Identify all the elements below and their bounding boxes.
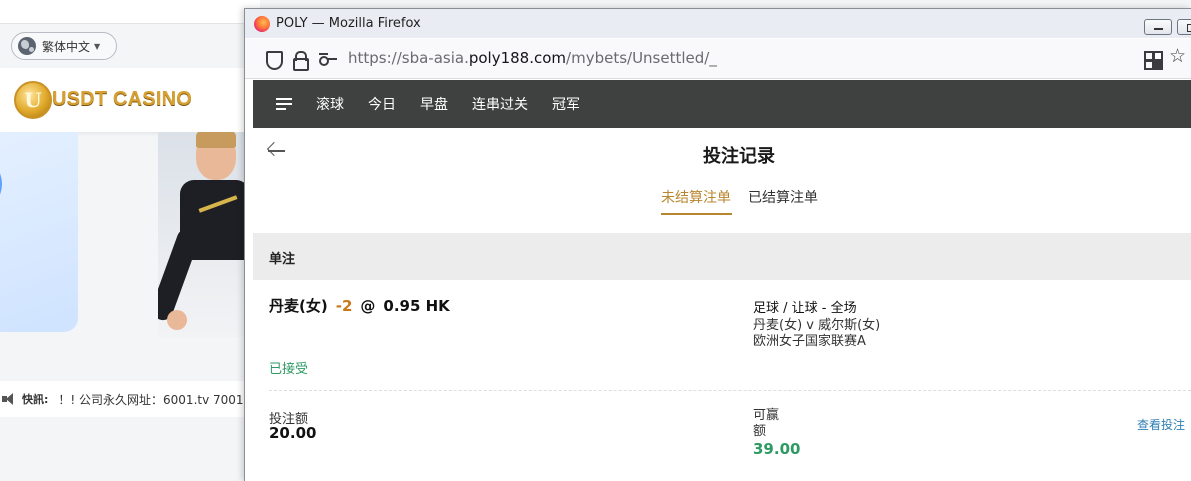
nav-item-outright[interactable]: 冠军	[552, 94, 580, 114]
casino-background-page: 繁体中文 ▼ U USDT CASINO 快訊: ！! 公司永久网址：6001.…	[0, 0, 260, 481]
casino-logo-text[interactable]: USDT CASINO	[52, 88, 192, 111]
page-title: 投注记录	[703, 146, 775, 167]
bookmark-star-icon[interactable]: ☆	[1169, 47, 1187, 66]
tab-settled[interactable]: 已结算注单	[748, 187, 818, 207]
casino-logo-icon[interactable]: U	[14, 81, 52, 119]
qr-code-icon[interactable]	[1143, 50, 1161, 70]
browser-navigation-bar: https://sba-asia.poly188.com/mybets/Unse…	[245, 39, 1191, 79]
nav-item-live[interactable]: 滚球	[316, 94, 344, 114]
player-hand	[167, 310, 187, 330]
section-header	[253, 233, 1191, 280]
ticker-label: 快訊:	[22, 393, 49, 406]
bet-league: 欧洲女子国家联赛A	[753, 334, 866, 349]
bet-selection-line: 丹麦(女) -2 @0.95 HK	[269, 295, 450, 316]
bet-history-page: 投注记录 未结算注单 已结算注单 单注 丹麦(女) -2 @0.95 HK 足球 /…	[253, 128, 1191, 481]
player-arm	[158, 226, 202, 323]
ticker-text: ！! 公司永久网址：6001.tv 7001.	[58, 392, 248, 407]
nav-item-today[interactable]: 今日	[368, 94, 396, 114]
bet-odds: 0.95 HK	[383, 297, 450, 315]
desktop: 繁体中文 ▼ U USDT CASINO 快訊: ！! 公司永久网址：6001.…	[0, 0, 1191, 481]
divider	[269, 390, 1191, 391]
url-bar[interactable]: https://sba-asia.poly188.com/mybets/Unse…	[348, 49, 717, 67]
nav-item-parlay[interactable]: 连串过关	[472, 94, 528, 114]
lock-icon[interactable]	[291, 50, 309, 71]
permissions-icon[interactable]	[319, 50, 337, 68]
tracking-protection-shield-icon[interactable]	[264, 50, 283, 70]
logo-coin-letter: U	[24, 88, 42, 112]
bet-at-symbol: @	[360, 297, 376, 315]
stake-value: 20.00	[269, 424, 317, 442]
promo-banner-player[interactable]	[158, 132, 248, 337]
caret-down-icon: ▼	[94, 41, 101, 51]
language-selector[interactable]: 繁体中文 ▼	[11, 32, 117, 60]
back-arrow-icon[interactable]	[267, 141, 287, 161]
promo-ring-icon	[0, 160, 2, 208]
maximize-button[interactable]	[1177, 19, 1191, 35]
potential-win-value: 39.00	[753, 440, 801, 458]
language-selector-label: 繁体中文	[42, 39, 91, 54]
url-host: poly188.com	[468, 49, 567, 67]
bet-status-badge: 已接受	[269, 362, 309, 377]
sportsbook-nav-bar: 滚球 今日 早盘 连串过关 冠军	[253, 80, 1191, 128]
minimize-button[interactable]	[1144, 19, 1172, 35]
firefox-icon	[254, 15, 270, 32]
news-ticker: 快訊: ！! 公司永久网址：6001.tv 7001.	[0, 381, 260, 417]
url-path: /mybets/Unsettled/_	[566, 49, 717, 67]
view-bet-details-link[interactable]: 查看投注	[1137, 416, 1185, 433]
casino-top-bar	[0, 0, 260, 24]
hamburger-menu-icon[interactable]	[276, 98, 292, 110]
casino-logo-bar: U USDT CASINO	[0, 68, 260, 132]
globe-icon	[18, 37, 36, 55]
firefox-window: POLY — Mozilla Firefox https://sba-asia.…	[244, 8, 1191, 481]
nav-item-early[interactable]: 早盘	[420, 94, 448, 114]
bet-selection-team: 丹麦(女)	[269, 297, 328, 315]
player-hair	[196, 132, 236, 148]
window-titlebar[interactable]: POLY — Mozilla Firefox	[245, 9, 1191, 38]
speaker-icon	[2, 392, 16, 406]
section-title: 单注	[269, 252, 296, 267]
window-title: POLY — Mozilla Firefox	[276, 16, 421, 31]
tab-unsettled[interactable]: 未结算注单	[661, 187, 731, 207]
active-tab-indicator	[661, 213, 732, 215]
url-prefix: https://sba-asia.	[348, 49, 469, 67]
potential-win-label: 可赢额	[753, 408, 780, 439]
promo-banner-left[interactable]	[0, 132, 78, 332]
bet-handicap: -2	[335, 297, 353, 315]
